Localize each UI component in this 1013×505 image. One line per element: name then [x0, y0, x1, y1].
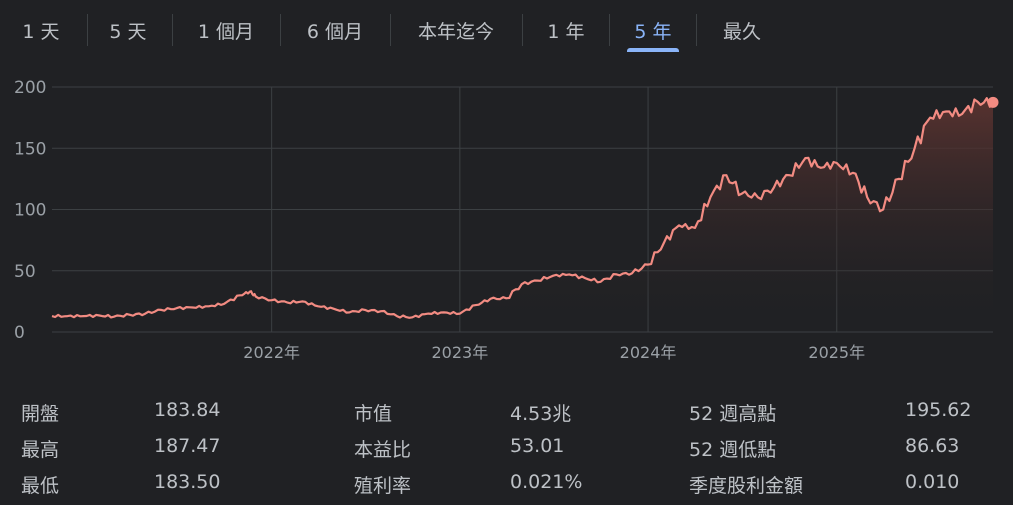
price-chart[interactable]: 0 50 100 150 200 2022年 2023年 2024年 2025年	[0, 60, 1013, 370]
price-chart-svg: 0 50 100 150 200 2022年 2023年 2024年 2025年	[14, 78, 999, 362]
stat-dividend-yield-value: 0.021%	[510, 471, 583, 493]
y-tick-label: 0	[14, 323, 25, 343]
stat-open-label: 開盤	[21, 403, 60, 425]
tab-1-day[interactable]: 1 天	[6, 8, 76, 52]
tab-separator	[280, 14, 281, 46]
tab-5-years[interactable]: 5 年	[627, 8, 679, 52]
stat-pe-ratio-label: 本益比	[354, 439, 412, 461]
y-tick-label: 100	[14, 201, 46, 221]
tab-separator	[522, 14, 523, 46]
x-tick-label: 2022年	[243, 343, 300, 362]
stat-52wk-low-value: 86.63	[905, 435, 960, 457]
price-area	[52, 98, 993, 332]
stock-chart-widget: 1 天 5 天 1 個月 6 個月 本年迄今 1 年 5 年 最久 0 50 1…	[0, 0, 1013, 505]
tab-5-days[interactable]: 5 天	[92, 8, 164, 52]
tab-separator	[172, 14, 173, 46]
stat-low-label: 最低	[21, 475, 60, 497]
tab-separator	[87, 14, 88, 46]
x-tick-label: 2024年	[620, 343, 677, 362]
stat-dividend-yield-label: 殖利率	[354, 475, 412, 497]
stat-pe-ratio-value: 53.01	[510, 435, 565, 457]
stat-52wk-high-label: 52 週高點	[689, 403, 777, 425]
stat-market-cap-label: 市值	[354, 403, 393, 425]
tab-ytd[interactable]: 本年迄今	[398, 8, 514, 52]
y-tick-label: 50	[14, 262, 36, 282]
latest-price-marker	[987, 96, 999, 108]
range-tabs: 1 天 5 天 1 個月 6 個月 本年迄今 1 年 5 年 最久	[0, 8, 1013, 52]
tab-1-month[interactable]: 1 個月	[180, 8, 272, 52]
tab-1-year[interactable]: 1 年	[528, 8, 604, 52]
stat-quarterly-dividend-value: 0.010	[905, 471, 960, 493]
stat-market-cap-value: 4.53兆	[510, 403, 572, 425]
stat-open-value: 183.84	[154, 399, 221, 421]
key-stats: 開盤 183.84 最高 187.47 最低 183.50 市值 4.53兆 本…	[0, 393, 1013, 503]
tab-6-months[interactable]: 6 個月	[288, 8, 382, 52]
tab-max[interactable]: 最久	[704, 8, 780, 52]
stat-52wk-low-label: 52 週低點	[689, 439, 777, 461]
x-tick-label: 2023年	[431, 343, 488, 362]
x-tick-label: 2025年	[808, 343, 865, 362]
y-tick-label: 150	[14, 139, 46, 159]
tab-separator	[390, 14, 391, 46]
stat-low-value: 183.50	[154, 471, 221, 493]
stat-high-label: 最高	[21, 439, 60, 461]
tab-separator	[609, 14, 610, 46]
stat-52wk-high-value: 195.62	[905, 399, 972, 421]
active-tab-indicator	[627, 48, 679, 52]
tab-separator	[696, 14, 697, 46]
stat-high-value: 187.47	[154, 435, 221, 457]
stat-quarterly-dividend-label: 季度股利金額	[689, 475, 804, 497]
y-tick-label: 200	[14, 78, 46, 98]
